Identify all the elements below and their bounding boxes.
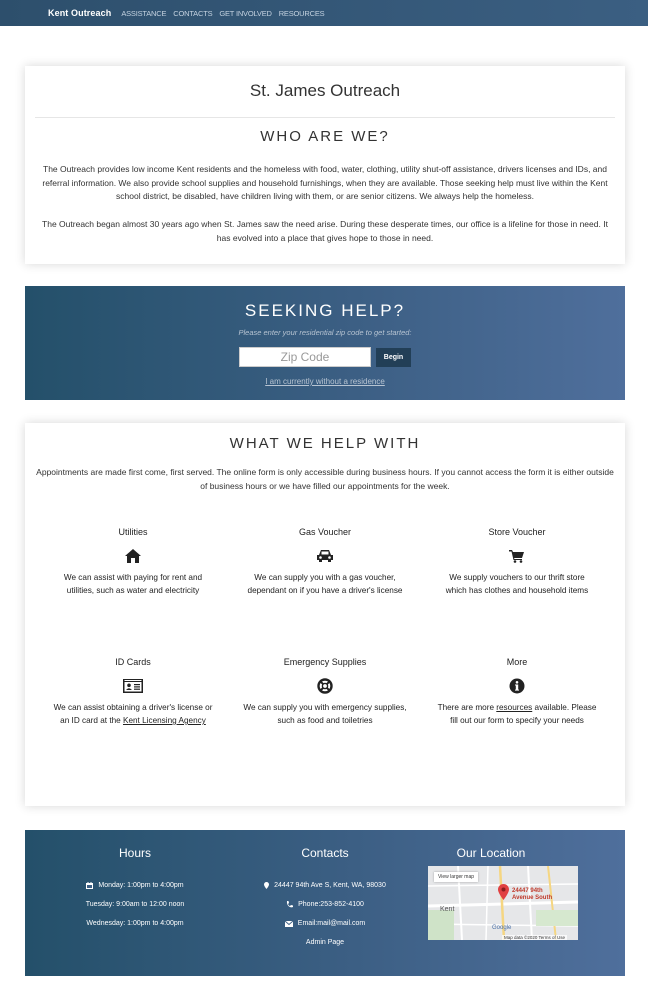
service-description: There are more resources available. Plea… — [437, 703, 597, 725]
begin-button[interactable]: Begin — [376, 348, 411, 367]
map-attribution: Map data ©2020 Terms of Use — [502, 935, 568, 940]
life-ring-icon — [230, 677, 420, 694]
view-larger-map-link[interactable]: View larger map — [434, 872, 479, 882]
org-title: St. James Outreach — [249, 81, 401, 100]
nav-link-get-involved[interactable]: GET INVOLVED — [219, 9, 272, 18]
car-icon — [230, 548, 420, 563]
service-description: We can supply you with a gas voucher, de… — [247, 573, 403, 595]
brand-link[interactable]: Kent Outreach — [48, 8, 111, 18]
map-marker-icon — [264, 882, 270, 889]
service-title: Store Voucher — [488, 527, 546, 537]
what-we-help-with-heading: WHAT WE HELP WITH — [229, 435, 421, 452]
about-paragraph-2: The Outreach began almost 30 years ago w… — [42, 219, 608, 243]
kent-licensing-agency-link[interactable]: Kent Licensing Agency — [123, 716, 206, 725]
home-icon — [38, 548, 228, 563]
service-description: We can assist obtaining a driver's licen… — [53, 703, 213, 725]
service-description: We can assist with paying for rent and u… — [63, 573, 203, 595]
id-card-icon — [38, 678, 228, 693]
zip-code-input[interactable] — [239, 347, 371, 367]
nav-link-assistance[interactable]: ASSISTANCE — [121, 9, 166, 18]
help-card: WHAT WE HELP WITH Appointments are made … — [25, 423, 625, 806]
map-pin-label: 24447 94th Avenue South — [512, 888, 553, 901]
envelope-icon — [284, 920, 293, 927]
service-title: More — [506, 657, 528, 667]
nav-link-resources[interactable]: RESOURCES — [279, 9, 325, 18]
phone-line: Phone:253-852-4100 — [225, 895, 425, 914]
about-paragraph-1: The Outreach provides low income Kent re… — [42, 164, 608, 201]
service-more: More There are more resources available.… — [422, 656, 612, 727]
service-description: We supply vouchers to our thrift store w… — [445, 573, 589, 595]
divider — [35, 117, 615, 118]
shopping-cart-icon — [422, 548, 612, 563]
location-title: Our Location — [456, 846, 526, 860]
map-pin-icon — [498, 884, 509, 905]
seeking-help-heading: SEEKING HELP? — [244, 301, 406, 320]
hours-tuesday: Tuesday: 9:00am to 12:00 noon — [85, 901, 185, 908]
seeking-help-banner: SEEKING HELP? Please enter your resident… — [25, 286, 625, 400]
service-title: Emergency Supplies — [283, 657, 367, 667]
service-title: Utilities — [118, 527, 148, 537]
location-map[interactable]: View larger map 24447 94th Avenue South K… — [428, 866, 578, 940]
admin-page-link[interactable]: Admin Page — [225, 933, 425, 952]
map-city-label: Kent — [440, 906, 455, 913]
seeking-help-subtitle: Please enter your residential zip code t… — [238, 328, 412, 337]
calendar-icon — [86, 882, 94, 889]
help-intro-text: Appointments are made first come, first … — [36, 467, 614, 491]
service-id-cards: ID Cards We can assist obtaining a drive… — [38, 656, 228, 727]
service-title: ID Cards — [115, 657, 151, 667]
footer: Hours Monday: 1:00pm to 4:00pm Tuesday: … — [25, 830, 625, 976]
no-residence-link[interactable]: I am currently without a residence — [25, 377, 625, 386]
service-gas-voucher: Gas Voucher We can supply you with a gas… — [230, 526, 420, 597]
hours-wednesday: Wednesday: 1:00pm to 4:00pm — [86, 920, 184, 927]
email-line[interactable]: Email:mail@mail.com — [225, 914, 425, 933]
info-circle-icon — [422, 678, 612, 693]
service-emergency-supplies: Emergency Supplies We can supply you wit… — [230, 656, 420, 727]
service-title: Gas Voucher — [298, 527, 352, 537]
service-description: We can supply you with emergency supplie… — [243, 703, 407, 725]
google-logo: Google — [492, 925, 512, 931]
nav-link-contacts[interactable]: CONTACTS — [173, 9, 212, 18]
hours-title: Hours — [118, 846, 151, 860]
about-card: St. James Outreach WHO ARE WE? The Outre… — [25, 66, 625, 264]
address-line: 24447 94th Ave S, Kent, WA, 98030 — [225, 876, 425, 895]
service-utilities: Utilities We can assist with paying for … — [38, 526, 228, 597]
who-are-we-heading: WHO ARE WE? — [260, 128, 390, 145]
hours-monday: Monday: 1:00pm to 4:00pm — [35, 876, 235, 895]
top-navbar: Kent Outreach ASSISTANCE CONTACTS GET IN… — [0, 0, 648, 26]
service-store-voucher: Store Voucher We supply vouchers to our … — [422, 526, 612, 597]
location-column: Our Location — [391, 830, 591, 860]
phone-icon — [286, 901, 294, 908]
resources-link[interactable]: resources — [496, 703, 532, 712]
hours-column: Hours Monday: 1:00pm to 4:00pm Tuesday: … — [35, 830, 235, 933]
